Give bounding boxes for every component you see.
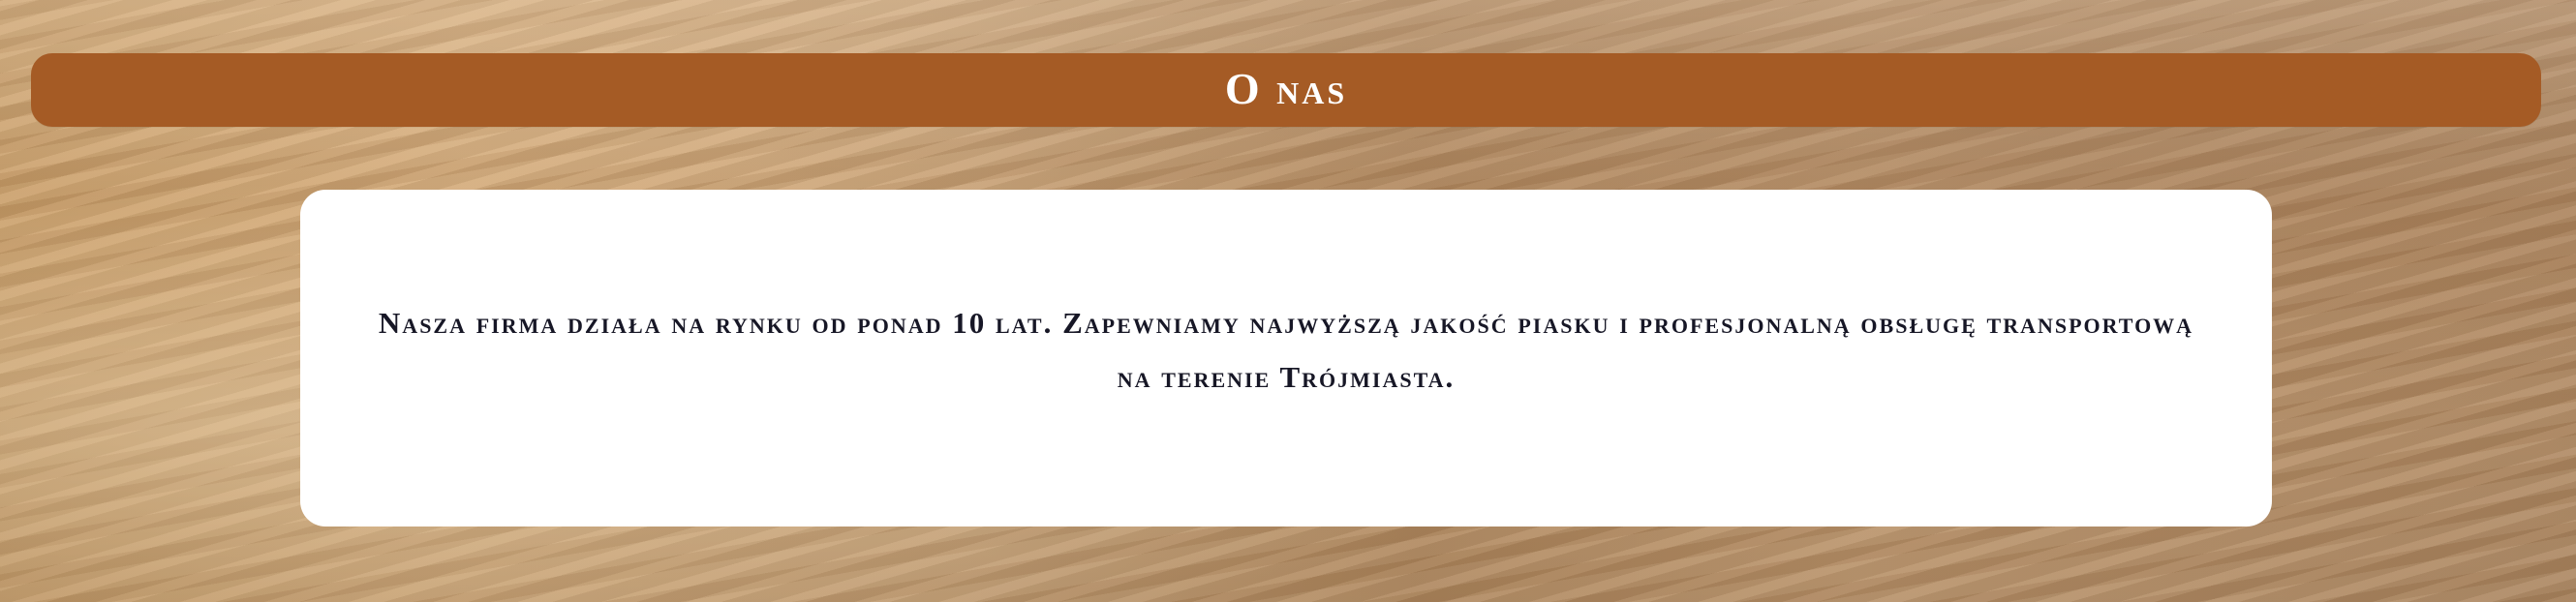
section-title: O nas bbox=[1224, 64, 1348, 113]
about-text: Nasza firma działa na rynku od ponad 10 … bbox=[378, 306, 2194, 394]
section-title-bar: O nas bbox=[31, 53, 2541, 127]
about-card: Nasza firma działa na rynku od ponad 10 … bbox=[300, 190, 2272, 527]
